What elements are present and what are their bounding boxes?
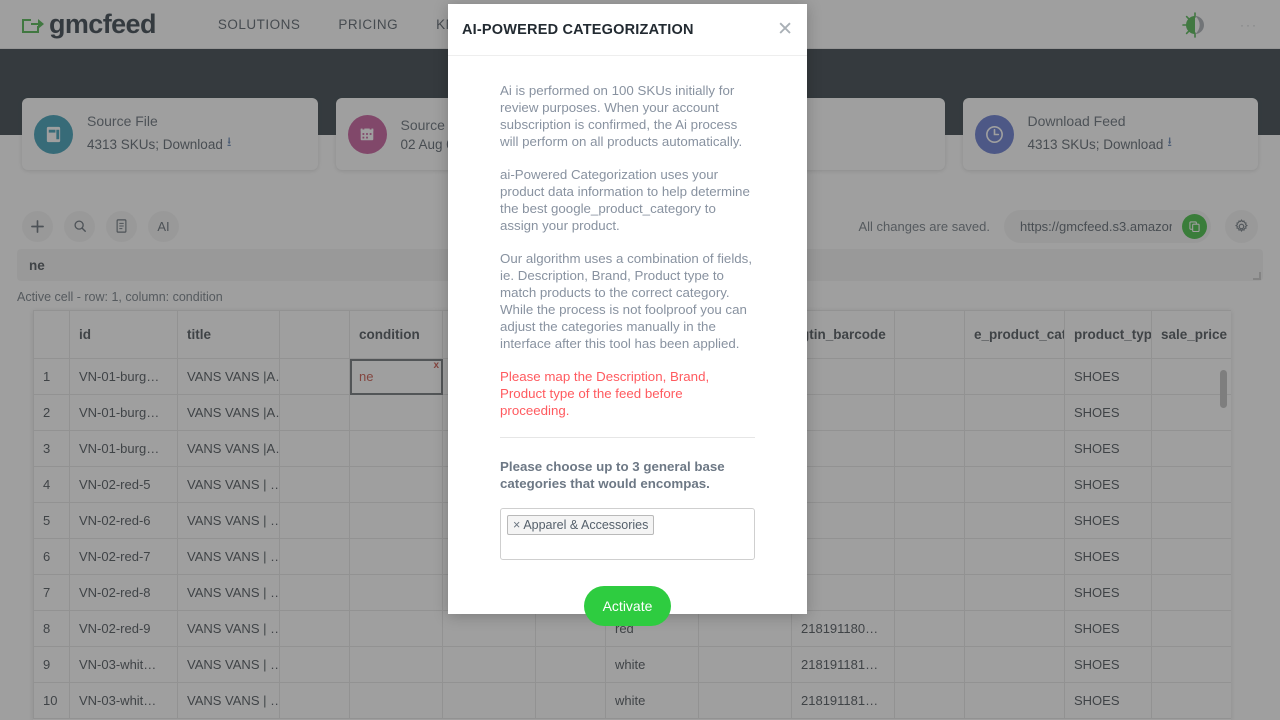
modal-body: Ai is performed on 100 SKUs initially fo…: [448, 56, 807, 626]
category-choose-label: Please choose up to 3 general base categ…: [500, 459, 725, 491]
modal-title: AI-POWERED CATEGORIZATION: [462, 21, 694, 38]
category-tag-label: Apparel & Accessories: [523, 518, 649, 532]
modal-warning-text: Please map the Description, Brand, Produ…: [500, 369, 710, 418]
activate-button[interactable]: Activate: [584, 586, 671, 626]
category-multiselect[interactable]: × Apparel & Accessories: [500, 508, 755, 560]
modal-divider: [500, 437, 755, 438]
modal-paragraph-3: Our algorithm uses a combination of fiel…: [500, 251, 753, 351]
modal-paragraph-1: Ai is performed on 100 SKUs initially fo…: [500, 83, 743, 149]
tag-remove-icon[interactable]: ×: [513, 518, 520, 532]
modal-header: AI-POWERED CATEGORIZATION ✕: [448, 4, 807, 56]
ai-categorization-modal: AI-POWERED CATEGORIZATION ✕ Ai is perfor…: [448, 4, 807, 626]
app-root: gmcfeed SOLUTIONS PRICING KNOWLEDGE: [0, 0, 1280, 720]
close-icon[interactable]: ✕: [777, 20, 793, 39]
activate-row: Activate: [500, 586, 755, 626]
modal-paragraph-2: ai-Powered Categorization uses your prod…: [500, 167, 750, 233]
category-tag[interactable]: × Apparel & Accessories: [507, 515, 655, 535]
